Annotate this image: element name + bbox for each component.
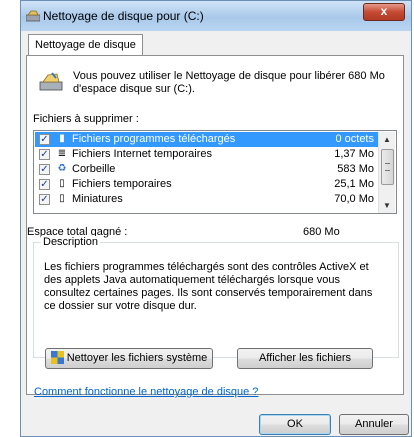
checkbox[interactable]: ✓ [39,164,50,175]
file-name: Corbeille [72,163,116,175]
scroll-thumb[interactable] [381,149,394,185]
view-files-button[interactable]: Afficher les fichiers [237,348,373,369]
file-size: 70,0 Mo [334,193,374,205]
blank-file-icon: ▯ [59,178,65,189]
shield-icon [50,351,64,364]
file-name: Miniatures [72,193,123,205]
intro-text: Vous pouvez utiliser le Nettoyage de dis… [73,70,385,95]
help-link[interactable]: Comment fonctionne le nettoyage de disqu… [34,386,258,398]
list-item[interactable]: ✓ ♻ Corbeille 583 Mo [35,162,380,177]
clean-system-files-label: Nettoyer les fichiers système [66,352,208,364]
list-item[interactable]: ✓ ≣ Fichiers Internet temporaires 1,37 M… [35,147,380,162]
disk-cleanup-icon [39,72,63,91]
file-name: Fichiers Internet temporaires [72,148,212,160]
clean-system-files-button[interactable]: Nettoyer les fichiers système [45,348,213,369]
tab-disk-cleanup[interactable]: Nettoyage de disque [28,34,143,56]
ok-button[interactable]: OK [259,414,331,435]
tab-panel: Vous pouvez utiliser le Nettoyage de dis… [26,55,404,398]
list-item[interactable]: ✓ ▯ Fichiers temporaires 25,1 Mo [35,177,380,192]
recycle-bin-icon: ♻ [57,163,67,174]
checkbox[interactable]: ✓ [39,179,50,190]
close-icon: x [380,4,388,18]
file-name: Fichiers temporaires [72,178,172,190]
blank-file-icon: ▯ [59,193,65,204]
description-text: Les fichiers programmes téléchargés sont… [44,261,373,312]
list-item[interactable]: ✓ ▯ Miniatures 70,0 Mo [35,192,380,207]
close-button[interactable]: x [363,3,405,21]
list-item[interactable]: ✓ ▮ Fichiers programmes téléchargés 0 oc… [35,132,380,147]
checkbox[interactable]: ✓ [39,194,50,205]
description-group: Description Les fichiers programmes télé… [33,236,399,358]
scrollbar[interactable]: ▲ ▼ [378,132,395,213]
document-icon: ≣ [57,148,67,159]
total-space-value: 680 Mo [303,226,340,238]
file-size: 1,37 Mo [334,148,374,160]
title-bar[interactable]: Nettoyage de disque pour (C:) x [21,1,411,31]
checkbox[interactable]: ✓ [39,134,50,145]
file-size: 0 octets [335,133,374,145]
tab-bar: Nettoyage de disque [21,31,411,56]
scroll-down-arrow-icon[interactable]: ▼ [379,198,395,213]
file-size: 25,1 Mo [334,178,374,190]
file-list[interactable]: ✓ ▮ Fichiers programmes téléchargés 0 oc… [33,130,397,214]
disk-cleanup-window: Nettoyage de disque pour (C:) x Nettoyag… [20,0,412,437]
files-to-delete-label: Fichiers à supprimer : [33,113,139,125]
file-size: 583 Mo [337,163,374,175]
checkbox[interactable]: ✓ [39,149,50,160]
description-legend: Description [41,236,101,248]
file-name: Fichiers programmes téléchargés [72,133,236,145]
folder-icon: ▮ [59,133,65,144]
disk-cleanup-icon [26,10,40,22]
cancel-button[interactable]: Annuler [339,414,409,435]
window-title: Nettoyage de disque pour (C:) [43,9,204,23]
grip-icon [385,163,390,171]
scroll-up-arrow-icon[interactable]: ▲ [379,132,395,148]
